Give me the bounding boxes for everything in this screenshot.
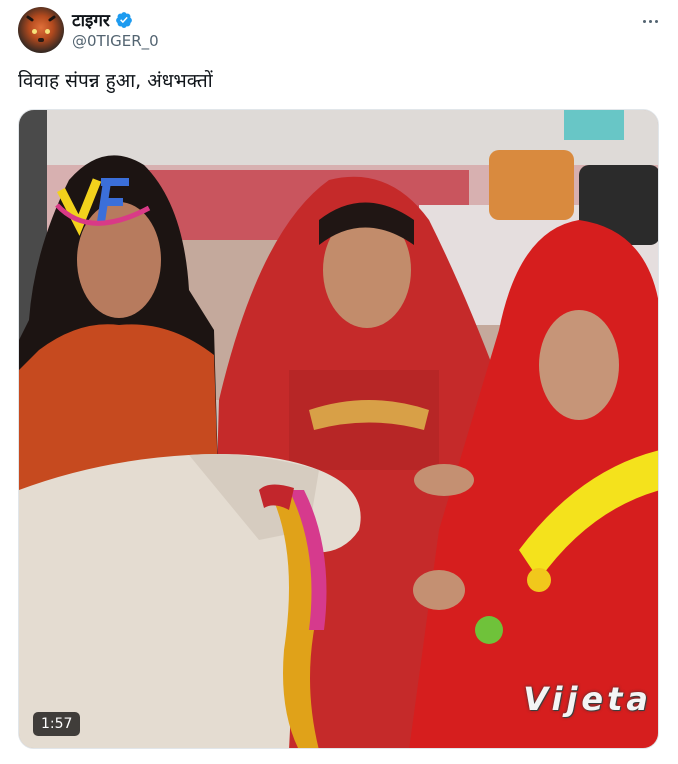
name-row: टाइगर [72, 8, 133, 31]
video-frame [19, 110, 658, 748]
avatar[interactable] [18, 7, 64, 53]
more-options-icon[interactable] [638, 11, 662, 31]
video-duration: 1:57 [33, 712, 81, 736]
verified-badge-icon [115, 11, 132, 28]
video-watermark: Vijeta [523, 680, 652, 718]
tweet-text: विवाह संपन्न हुआ, अंधभक्तों [18, 70, 213, 92]
user-handle[interactable]: @0TIGER_0 [72, 32, 159, 50]
video-player[interactable]: 1:57 Vijeta [18, 109, 659, 749]
tweet-header: टाइगर @0TIGER_0 [18, 7, 662, 57]
display-name[interactable]: टाइगर [72, 8, 110, 31]
